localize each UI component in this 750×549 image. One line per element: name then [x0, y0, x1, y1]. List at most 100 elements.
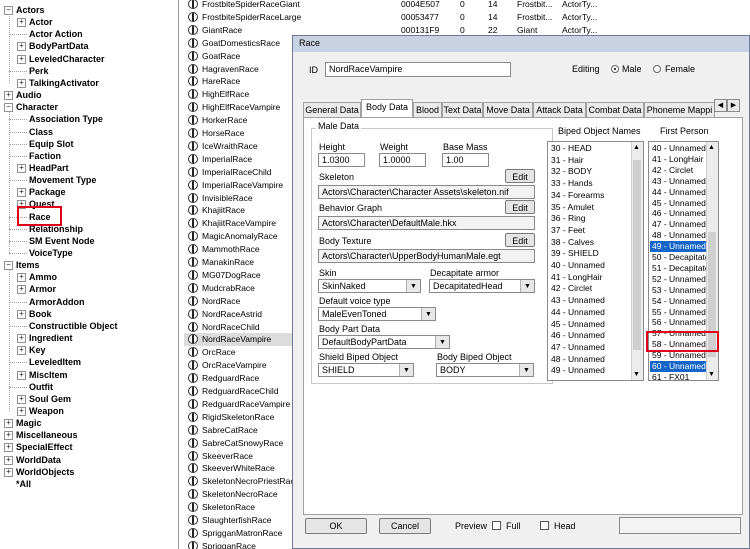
tree-node-actors[interactable]: Actors — [16, 4, 45, 17]
tree-node-miscitem[interactable]: MiscItem — [29, 369, 68, 382]
tab-phoneme-mappi[interactable]: Phoneme Mappi — [644, 102, 715, 117]
tree-node-ingredient[interactable]: Ingredient — [29, 332, 73, 345]
decapitate-armor-dropdown[interactable]: DecapitatedHead ▼ — [429, 279, 535, 293]
biped-name-item[interactable]: 33 - Hands — [551, 178, 593, 189]
weight-field[interactable]: 1.0000 — [379, 153, 426, 167]
biped-name-item[interactable]: 47 - Unnamed — [551, 342, 605, 353]
male-radio[interactable] — [611, 65, 619, 73]
first-person-item[interactable]: 53 - Unnamed — [652, 285, 708, 296]
first-person-item[interactable]: 43 - Unnamed — [652, 176, 708, 187]
expand-icon[interactable]: + — [17, 346, 26, 356]
tree-node-character[interactable]: Character — [16, 101, 58, 114]
first-person-item[interactable]: 54 - Unnamed — [652, 296, 708, 307]
head-checkbox[interactable] — [540, 521, 549, 530]
first-person-item[interactable]: 40 - Unnamed — [652, 143, 708, 154]
first-person-item[interactable]: 60 - Unnamed — [650, 361, 708, 372]
tree-node-magic[interactable]: Magic — [16, 417, 42, 430]
expand-icon[interactable]: + — [17, 42, 26, 52]
object-window-tree[interactable]: Actors − Actor + Actor Action BodyPartData + Le… — [0, 0, 179, 549]
expand-icon[interactable]: + — [17, 54, 26, 64]
tree-node-sm-event-node[interactable]: SM Event Node — [29, 235, 95, 248]
cancel-button[interactable]: Cancel — [379, 518, 431, 534]
expand-icon[interactable]: + — [17, 163, 26, 173]
biped-name-item[interactable]: 31 - Hair — [551, 155, 584, 166]
scroll-thumb[interactable] — [633, 160, 641, 350]
ok-button[interactable]: OK — [305, 518, 367, 534]
expand-icon[interactable]: + — [17, 406, 26, 416]
first-person-item[interactable]: 42 - Circlet — [652, 165, 708, 176]
expand-icon[interactable]: + — [17, 370, 26, 380]
body-texture-path-field[interactable]: Actors\Character\UpperBodyHumanMale.egt — [318, 249, 535, 263]
tree-node-constructible-object[interactable]: Constructible Object — [29, 320, 118, 333]
expand-icon[interactable]: + — [4, 455, 13, 465]
biped-name-item[interactable]: 42 - Circlet — [551, 283, 592, 294]
biped-name-item[interactable]: 30 - HEAD — [551, 143, 592, 154]
body-part-data-dropdown[interactable]: DefaultBodyPartData ▼ — [318, 335, 450, 349]
first-person-item[interactable]: 51 - Decapitate — [652, 263, 710, 274]
biped-list-scrollbar[interactable]: ▲ ▼ — [631, 142, 643, 380]
tree-node-leveleditem[interactable]: LeveledItem — [29, 356, 81, 369]
expand-icon[interactable]: + — [17, 18, 26, 28]
behavior-path-field[interactable]: Actors\Character\DefaultMale.hkx — [318, 216, 535, 230]
behavior-edit-button[interactable]: Edit — [505, 200, 535, 214]
expand-icon[interactable]: + — [17, 273, 26, 283]
scroll-up-icon[interactable]: ▲ — [633, 144, 640, 151]
tree-node-package[interactable]: Package — [29, 186, 66, 199]
tree-node-weapon[interactable]: Weapon — [29, 405, 64, 418]
tab-blood[interactable]: Blood — [413, 102, 442, 117]
biped-name-item[interactable]: 49 - Unnamed — [551, 365, 605, 376]
expand-icon[interactable]: + — [4, 419, 13, 429]
expand-icon[interactable]: + — [4, 443, 13, 453]
skeleton-edit-button[interactable]: Edit — [505, 169, 535, 183]
expand-icon[interactable]: + — [17, 285, 26, 295]
tab-scroll-right-icon[interactable]: ▶ — [727, 99, 740, 112]
tree-node-actor-action[interactable]: Actor Action — [29, 28, 83, 41]
biped-name-item[interactable]: 32 - BODY — [551, 166, 592, 177]
biped-name-item[interactable]: 38 - Calves — [551, 237, 594, 248]
body-texture-edit-button[interactable]: Edit — [505, 233, 535, 247]
tree-node-talkingactivator[interactable]: TalkingActivator — [29, 77, 99, 90]
biped-name-item[interactable]: 37 - Feet — [551, 225, 585, 236]
tab-body-data[interactable]: Body Data — [361, 99, 413, 118]
first-person-item[interactable]: 52 - Unnamed — [652, 274, 708, 285]
biped-name-item[interactable]: 46 - Unnamed — [551, 330, 605, 341]
expand-icon[interactable]: + — [4, 431, 13, 441]
biped-names-list[interactable]: 30 - HEAD 31 - Hair 32 - BODY 33 - Hands 34 … — [547, 141, 644, 381]
scroll-up-icon[interactable]: ▲ — [708, 144, 715, 151]
tree-node-perk[interactable]: Perk — [29, 65, 49, 78]
skin-dropdown[interactable]: SkinNaked ▼ — [318, 279, 421, 293]
tree-node-armor[interactable]: Armor — [29, 283, 56, 296]
tree-node-specialeffect[interactable]: SpecialEffect — [16, 441, 73, 454]
expand-icon[interactable]: + — [4, 467, 13, 477]
first-person-item[interactable]: 45 - Unnamed — [652, 198, 708, 209]
full-checkbox[interactable] — [492, 521, 501, 530]
biped-name-item[interactable]: 40 - Unnamed — [551, 260, 605, 271]
first-person-item[interactable]: 61 - FX01 — [652, 372, 708, 380]
biped-name-item[interactable]: 39 - SHIELD — [551, 248, 599, 259]
base-mass-field[interactable]: 1.00 — [442, 153, 489, 167]
tab-combat-data[interactable]: Combat Data — [586, 102, 644, 117]
biped-name-item[interactable]: 45 - Unnamed — [551, 319, 605, 330]
shield-biped-dropdown[interactable]: SHIELD ▼ — [318, 363, 414, 377]
tree-node-book[interactable]: Book — [29, 308, 52, 321]
expand-icon[interactable]: + — [17, 334, 26, 344]
body-biped-dropdown[interactable]: BODY ▼ — [436, 363, 534, 377]
first-person-item[interactable]: 50 - DecapitateH — [652, 252, 716, 263]
tree-node-key[interactable]: Key — [29, 344, 46, 357]
scroll-down-icon[interactable]: ▼ — [633, 371, 640, 378]
tree-node-headpart[interactable]: HeadPart — [29, 162, 69, 175]
female-radio[interactable] — [653, 65, 661, 73]
tree-node-worldobjects[interactable]: WorldObjects — [16, 466, 74, 479]
first-person-item[interactable]: 49 - Unnamed — [650, 241, 708, 253]
biped-name-item[interactable]: 48 - Unnamed — [551, 354, 605, 365]
expand-icon[interactable]: + — [4, 91, 13, 101]
tree-node-leveledcharacter[interactable]: LeveledCharacter — [29, 53, 105, 66]
scroll-down-icon[interactable]: ▼ — [708, 371, 715, 378]
tree-node-worlddata[interactable]: WorldData — [16, 454, 61, 467]
biped-name-item[interactable]: 35 - Amulet — [551, 202, 594, 213]
skeleton-path-field[interactable]: Actors\Character\Character Assets\skelet… — [318, 185, 535, 199]
dialog-title-bar[interactable]: Race — [293, 36, 749, 53]
tree-node-audio[interactable]: Audio — [16, 89, 42, 102]
biped-name-item[interactable]: 43 - Unnamed — [551, 295, 605, 306]
first-person-item[interactable]: 56 - Unnamed — [652, 317, 708, 328]
